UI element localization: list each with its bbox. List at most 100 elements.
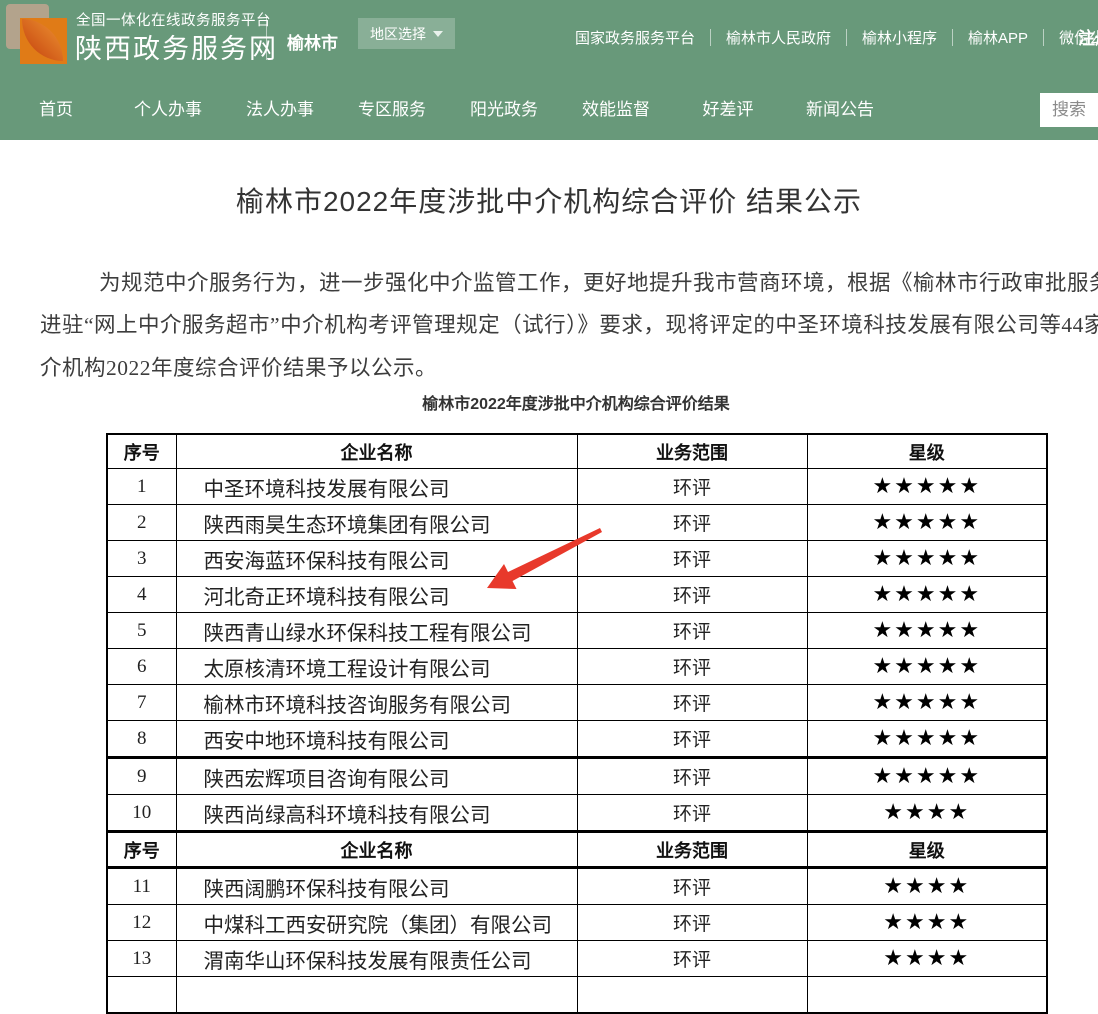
link-separator <box>1043 29 1044 46</box>
cell-seq: 4 <box>107 577 176 613</box>
cell-scope: 环评 <box>577 905 807 941</box>
nav-item-personal[interactable]: 个人办事 <box>112 75 224 140</box>
column-header: 业务范围 <box>577 832 807 868</box>
cell-scope: 环评 <box>577 469 807 505</box>
table-row: 5陕西青山绿水环保科技工程有限公司环评★★★★★ <box>107 613 1047 649</box>
results-table-body: 序号企业名称业务范围星级1中圣环境科技发展有限公司环评★★★★★2陕西雨昊生态环… <box>107 434 1047 1013</box>
cell-stars: ★★★★★ <box>807 505 1047 541</box>
paragraph-line-1: 为规范中介服务行为，进一步强化中介监管工作，更好地提升我市营商环境，根据《榆林市… <box>99 266 1098 297</box>
cell-seq: 2 <box>107 505 176 541</box>
link-separator <box>952 29 953 46</box>
cell-name: 榆林市环境科技咨询服务有限公司 <box>176 685 577 721</box>
cell-seq: 1 <box>107 469 176 505</box>
nav-item-zone-services[interactable]: 专区服务 <box>336 75 448 140</box>
column-header: 星级 <box>807 434 1047 469</box>
table-row: 6太原核清环境工程设计有限公司环评★★★★★ <box>107 649 1047 685</box>
current-city-label: 榆林市 <box>287 29 338 54</box>
paragraph-line-3: 介机构2022年度综合评价结果予以公示。 <box>40 351 437 382</box>
table-row: 8西安中地环境科技有限公司环评★★★★★ <box>107 721 1047 758</box>
cell-scope: 环评 <box>577 941 807 977</box>
cell-stars <box>807 977 1047 1014</box>
cell-seq: 11 <box>107 868 176 905</box>
cell-scope: 环评 <box>577 505 807 541</box>
cell-stars: ★★★★ <box>807 905 1047 941</box>
nav-item-open-government[interactable]: 阳光政务 <box>448 75 560 140</box>
cell-name: 陕西尚绿高科环境科技有限公司 <box>176 795 577 832</box>
table-row: 12中煤科工西安研究院（集团）有限公司环评★★★★ <box>107 905 1047 941</box>
cell-seq: 10 <box>107 795 176 832</box>
column-header: 企业名称 <box>176 832 577 868</box>
cell-scope: 环评 <box>577 577 807 613</box>
cell-name: 陕西青山绿水环保科技工程有限公司 <box>176 613 577 649</box>
nav-item-legal-person[interactable]: 法人办事 <box>224 75 336 140</box>
cell-seq: 6 <box>107 649 176 685</box>
cell-name: 渭南华山环保科技发展有限责任公司 <box>176 941 577 977</box>
nav-items: 首页 个人办事 法人办事 专区服务 阳光政务 效能监督 好差评 新闻公告 <box>0 75 896 140</box>
cell-name: 陕西雨昊生态环境集团有限公司 <box>176 505 577 541</box>
cell-stars: ★★★★ <box>807 868 1047 905</box>
nav-item-efficiency[interactable]: 效能监督 <box>560 75 672 140</box>
column-header: 序号 <box>107 832 176 868</box>
link-national-platform[interactable]: 国家政务服务平台 <box>575 27 695 48</box>
table-row: 1中圣环境科技发展有限公司环评★★★★★ <box>107 469 1047 505</box>
cell-seq: 12 <box>107 905 176 941</box>
cell-seq: 8 <box>107 721 176 758</box>
site-logo[interactable] <box>6 3 64 64</box>
link-mini-program[interactable]: 榆林小程序 <box>862 27 937 48</box>
table-row: 10陕西尚绿高科环境科技有限公司环评★★★★ <box>107 795 1047 832</box>
cell-stars: ★★★★★ <box>807 649 1047 685</box>
cell-stars: ★★★★★ <box>807 469 1047 505</box>
cell-stars: ★★★★★ <box>807 721 1047 758</box>
table-row: 7榆林市环境科技咨询服务有限公司环评★★★★★ <box>107 685 1047 721</box>
table-row: 2陕西雨昊生态环境集团有限公司环评★★★★★ <box>107 505 1047 541</box>
site-name[interactable]: 陕西政务服务网 <box>75 27 278 66</box>
nav-item-home[interactable]: 首页 <box>0 75 112 140</box>
page-title: 榆林市2022年度涉批中介机构综合评价 结果公示 <box>0 180 1098 220</box>
cell-seq <box>107 977 176 1014</box>
cell-scope <box>577 977 807 1014</box>
cell-scope: 环评 <box>577 721 807 758</box>
cell-name: 西安海蓝环保科技有限公司 <box>176 541 577 577</box>
cell-scope: 环评 <box>577 795 807 832</box>
cell-name: 河北奇正环境科技有限公司 <box>176 577 577 613</box>
link-separator <box>710 29 711 46</box>
cell-seq: 13 <box>107 941 176 977</box>
region-select-button[interactable]: 地区选择 <box>358 18 455 49</box>
cell-name <box>176 977 577 1014</box>
cell-stars: ★★★★★ <box>807 613 1047 649</box>
cell-stars: ★★★★★ <box>807 577 1047 613</box>
link-city-government[interactable]: 榆林市人民政府 <box>726 27 831 48</box>
cell-name: 太原核清环境工程设计有限公司 <box>176 649 577 685</box>
table-header-row: 序号企业名称业务范围星级 <box>107 434 1047 469</box>
paragraph-line-2: 进驻“网上中介服务超市”中介机构考评管理规定（试行）》要求，现将评定的中圣环境科… <box>40 308 1098 339</box>
cell-scope: 环评 <box>577 758 807 795</box>
table-header-row: 序号企业名称业务范围星级 <box>107 832 1047 868</box>
table-row: 11陕西阔鹏环保科技有限公司环评★★★★ <box>107 868 1047 905</box>
cell-seq: 5 <box>107 613 176 649</box>
register-link[interactable]: 注册 <box>1078 24 1098 49</box>
cell-scope: 环评 <box>577 868 807 905</box>
column-header: 业务范围 <box>577 434 807 469</box>
cell-stars: ★★★★★ <box>807 541 1047 577</box>
cell-name: 陕西宏辉项目咨询有限公司 <box>176 758 577 795</box>
search-input[interactable] <box>1040 93 1098 127</box>
nav-item-rating[interactable]: 好差评 <box>672 75 784 140</box>
chevron-down-icon <box>433 31 443 37</box>
top-header-bar: 全国一体化在线政务服务平台 陕西政务服务网 榆林市 地区选择 国家政务服务平台 … <box>0 0 1098 75</box>
cell-name: 中煤科工西安研究院（集团）有限公司 <box>176 905 577 941</box>
brand-divider <box>266 16 267 60</box>
cell-scope: 环评 <box>577 541 807 577</box>
nav-item-news[interactable]: 新闻公告 <box>784 75 896 140</box>
cell-scope: 环评 <box>577 613 807 649</box>
cell-stars: ★★★★★ <box>807 758 1047 795</box>
cell-name: 中圣环境科技发展有限公司 <box>176 469 577 505</box>
column-header: 序号 <box>107 434 176 469</box>
cell-stars: ★★★★★ <box>807 685 1047 721</box>
cell-seq: 9 <box>107 758 176 795</box>
table-row: 9陕西宏辉项目咨询有限公司环评★★★★★ <box>107 758 1047 795</box>
region-select-label: 地区选择 <box>370 24 426 44</box>
table-row: 4河北奇正环境科技有限公司环评★★★★★ <box>107 577 1047 613</box>
link-yulin-app[interactable]: 榆林APP <box>968 27 1028 48</box>
cell-seq: 3 <box>107 541 176 577</box>
table-row: 13渭南华山环保科技发展有限责任公司环评★★★★ <box>107 941 1047 977</box>
